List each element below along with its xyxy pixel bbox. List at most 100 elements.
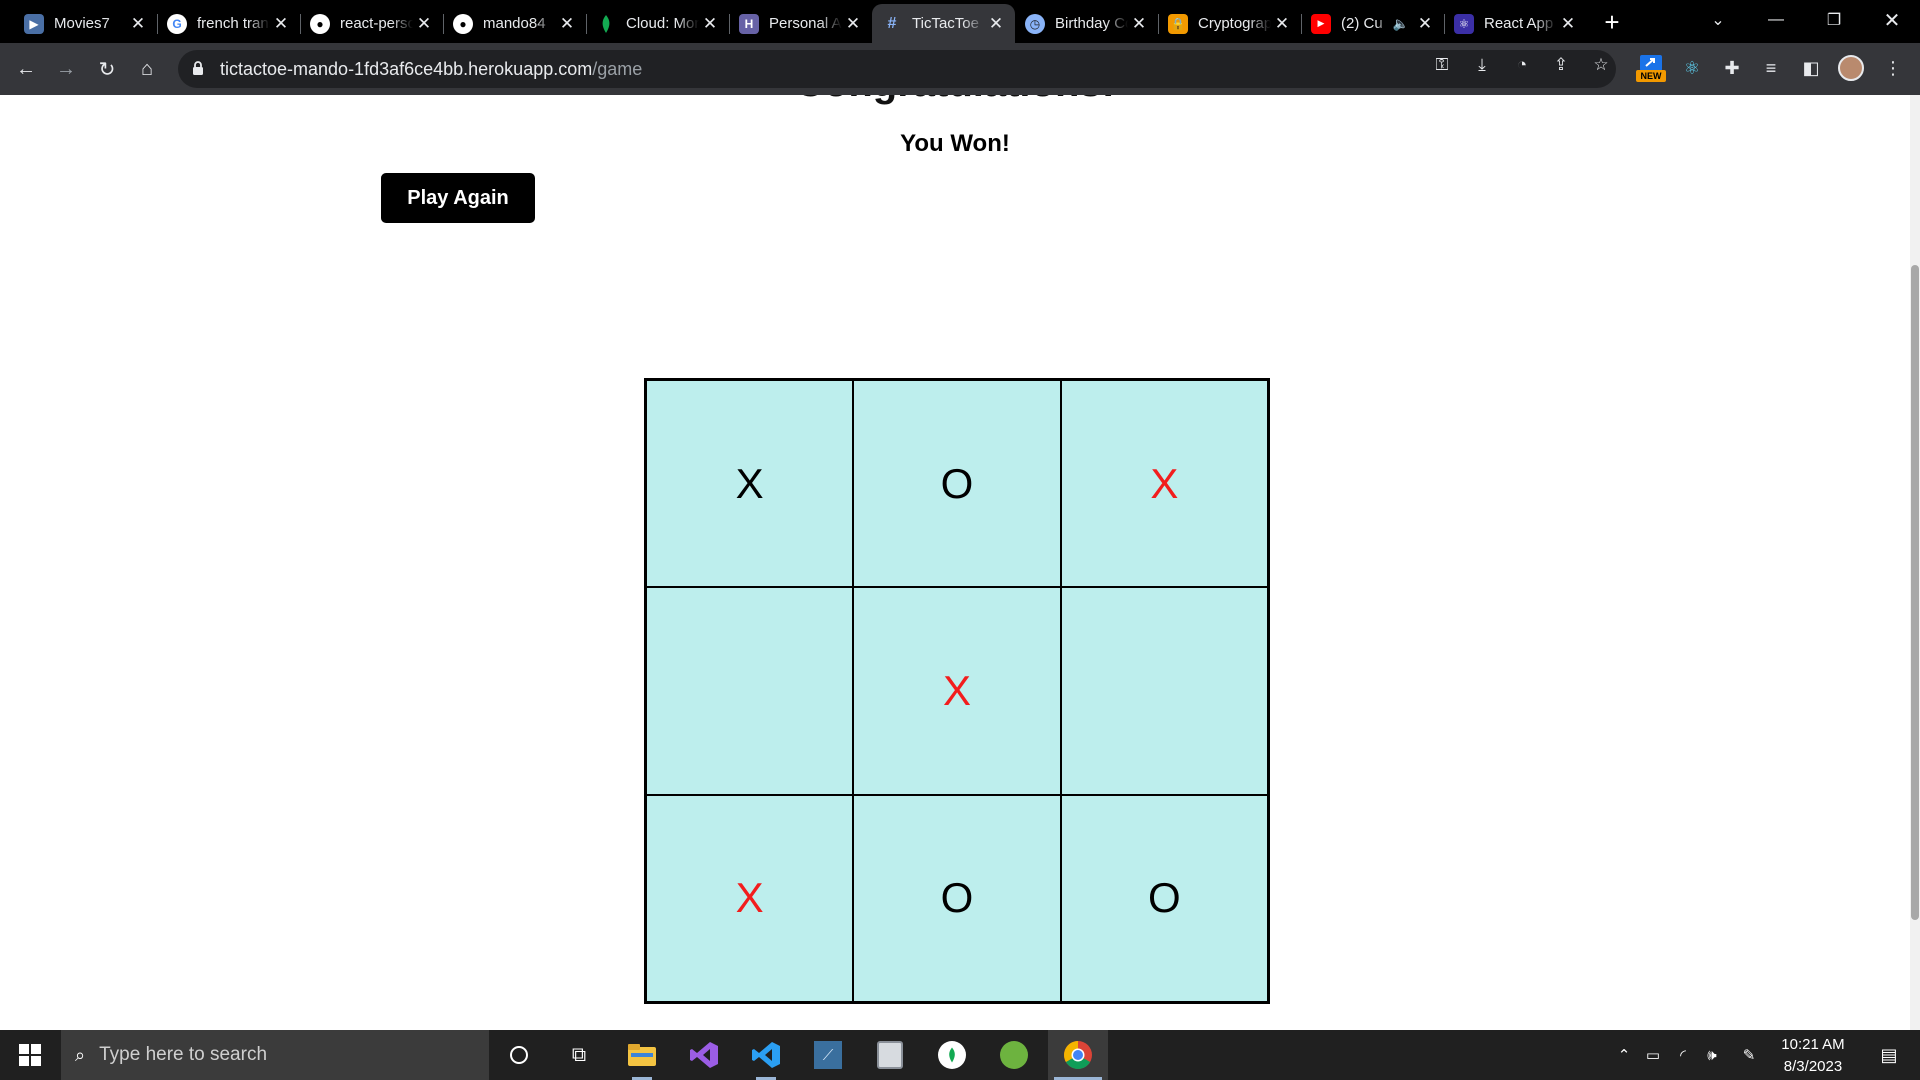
menu-kebab-icon[interactable]: ⋮ [1878, 52, 1908, 84]
close-icon[interactable]: ✕ [1557, 13, 1579, 35]
tab-title: Cryptography [1198, 15, 1271, 32]
tab-french-translate[interactable]: G french translate ✕ [157, 4, 300, 43]
close-icon[interactable]: ✕ [127, 13, 149, 35]
install-app-icon[interactable]: ⤓ [1470, 53, 1494, 77]
task-view-icon[interactable]: ⧉ [549, 1030, 609, 1080]
mongodb-compass-icon[interactable] [922, 1030, 982, 1080]
tab-movies7[interactable]: ▶ Movies7 ✕ [14, 4, 157, 43]
extension-new-icon[interactable]: NEW [1636, 52, 1666, 84]
cortana-icon[interactable] [489, 1030, 549, 1080]
grid-icon: # [887, 14, 897, 32]
close-icon[interactable]: ✕ [985, 13, 1007, 35]
tab-youtube[interactable]: ▶ (2) Cu 🔈 ✕ [1301, 4, 1444, 43]
tab-mando84[interactable]: ● mando84 ✕ [443, 4, 586, 43]
bookmark-star-icon[interactable]: ☆ [1589, 53, 1613, 77]
tab-title: react-personal [340, 15, 413, 32]
restore-button[interactable]: ❐ [1806, 0, 1862, 40]
close-icon[interactable]: ✕ [699, 13, 721, 35]
profile-avatar[interactable] [1836, 52, 1866, 84]
reload-button[interactable]: ↻ [91, 53, 123, 85]
file-explorer-icon[interactable] [612, 1030, 672, 1080]
board-cell[interactable]: O [853, 794, 1061, 1002]
windows-start-button[interactable] [0, 1030, 60, 1080]
key-icon[interactable]: ⚿ [1430, 53, 1454, 77]
back-button[interactable]: ← [10, 53, 42, 85]
clock-time: 10:21 AM [1781, 1036, 1845, 1053]
taskbar-search-box[interactable]: ⌕ Type here to search [61, 1030, 489, 1080]
close-icon[interactable]: ✕ [1271, 13, 1293, 35]
mysql-workbench-icon[interactable]: ⟋ [798, 1030, 858, 1080]
react-devtools-icon[interactable]: ⚛ [1677, 52, 1707, 84]
github-icon: ● [453, 13, 473, 34]
board-cell[interactable]: X [853, 587, 1061, 795]
new-badge: NEW [1641, 71, 1663, 81]
tab-title: Movies7 [54, 15, 110, 32]
close-icon[interactable]: ✕ [270, 13, 292, 35]
app-installer-icon[interactable] [860, 1030, 920, 1080]
network-icon[interactable]: ◜ [1671, 1030, 1695, 1080]
chrome-taskbar-icon[interactable] [1048, 1030, 1108, 1080]
notifications-icon[interactable]: ▤ [1864, 1030, 1914, 1080]
reading-list-icon[interactable]: ≡ [1756, 52, 1786, 84]
visual-studio-icon[interactable] [674, 1030, 734, 1080]
vscode-icon[interactable] [736, 1030, 796, 1080]
board-cell[interactable]: X [646, 794, 854, 1002]
board-cell[interactable]: X [646, 380, 854, 588]
close-icon[interactable]: ✕ [413, 13, 435, 35]
speaker-icon[interactable]: 🔈 [1390, 13, 1412, 35]
tab-react-personal[interactable]: ● react-personal ✕ [300, 4, 443, 43]
result-text: You Won! [900, 130, 1010, 157]
minimize-button[interactable]: — [1748, 0, 1804, 40]
play-again-button[interactable]: Play Again [381, 173, 535, 223]
close-icon[interactable]: ✕ [556, 13, 578, 35]
home-button[interactable]: ⌂ [131, 53, 163, 85]
close-icon[interactable]: ✕ [1128, 13, 1150, 35]
tab-tictactoe[interactable]: # TicTacToe ✕ [872, 4, 1015, 43]
battery-icon[interactable]: ▭ [1641, 1030, 1665, 1080]
tab-title: TicTacToe [912, 15, 979, 32]
github-icon: ● [310, 13, 330, 34]
board-cell[interactable]: O [1060, 794, 1268, 1002]
clock-icon: ◷ [1025, 13, 1045, 34]
address-bar[interactable]: tictactoe-mando-1fd3af6ce4bb.herokuapp.c… [178, 50, 1616, 88]
lock-icon[interactable] [192, 61, 206, 77]
board-cell[interactable]: X [1060, 380, 1268, 588]
tab-cloud-mongodb[interactable]: Cloud: MongoDB ✕ [586, 4, 729, 43]
forward-button[interactable]: → [50, 53, 82, 85]
taskbar-clock[interactable]: 10:21 AM 8/3/2023 [1768, 1034, 1858, 1078]
performance-icon[interactable]: ◔ [1510, 53, 1534, 77]
close-icon[interactable]: ✕ [1414, 13, 1436, 35]
tab-title: Personal App [769, 15, 842, 32]
youtube-icon: ▶ [1311, 13, 1331, 34]
tab-cryptography[interactable]: 🔒 Cryptography ✕ [1158, 4, 1301, 43]
congrats-heading: Congratulations! [0, 95, 1910, 106]
side-panel-icon[interactable]: ◧ [1796, 52, 1826, 84]
url-text: tictactoe-mando-1fd3af6ce4bb.herokuapp.c… [220, 58, 643, 79]
video-icon: ▶ [24, 13, 44, 34]
search-placeholder: Type here to search [99, 1044, 268, 1065]
board-cell[interactable] [646, 587, 854, 795]
pen-workspace-icon[interactable]: ✎ [1736, 1030, 1762, 1080]
close-window-button[interactable]: ✕ [1864, 0, 1920, 40]
extensions-puzzle-icon[interactable]: ✚ [1717, 52, 1747, 84]
scrollbar-thumb[interactable] [1911, 265, 1919, 920]
spring-tool-suite-icon[interactable] [984, 1030, 1044, 1080]
clock-date: 8/3/2023 [1783, 1058, 1843, 1075]
lock-icon: 🔒 [1168, 13, 1188, 34]
page-scrollbar[interactable] [1910, 95, 1920, 1030]
tab-search-chevron-icon[interactable]: ⌄ [1690, 0, 1746, 40]
react-icon: ⚛ [1454, 13, 1474, 34]
browser-tab-strip: ▶ Movies7 ✕ G french translate ✕ ● react… [0, 0, 1920, 43]
tab-birthday[interactable]: ◷ Birthday Countdown ✕ [1015, 4, 1158, 43]
mongodb-leaf-icon [596, 14, 616, 34]
new-tab-button[interactable]: + [1598, 7, 1626, 37]
tray-chevron-up-icon[interactable]: ⌃ [1612, 1030, 1636, 1080]
board-cell[interactable] [1060, 587, 1268, 795]
tab-title: Birthday Countdown [1055, 15, 1128, 32]
close-icon[interactable]: ✕ [842, 13, 864, 35]
tab-react-app[interactable]: ⚛ React App ✕ [1444, 4, 1587, 43]
volume-icon[interactable]: 🕪 [1700, 1030, 1724, 1080]
board-cell[interactable]: O [853, 380, 1061, 588]
tab-personal-app[interactable]: H Personal App ✕ [729, 4, 872, 43]
share-icon[interactable]: ⇪ [1549, 53, 1573, 77]
